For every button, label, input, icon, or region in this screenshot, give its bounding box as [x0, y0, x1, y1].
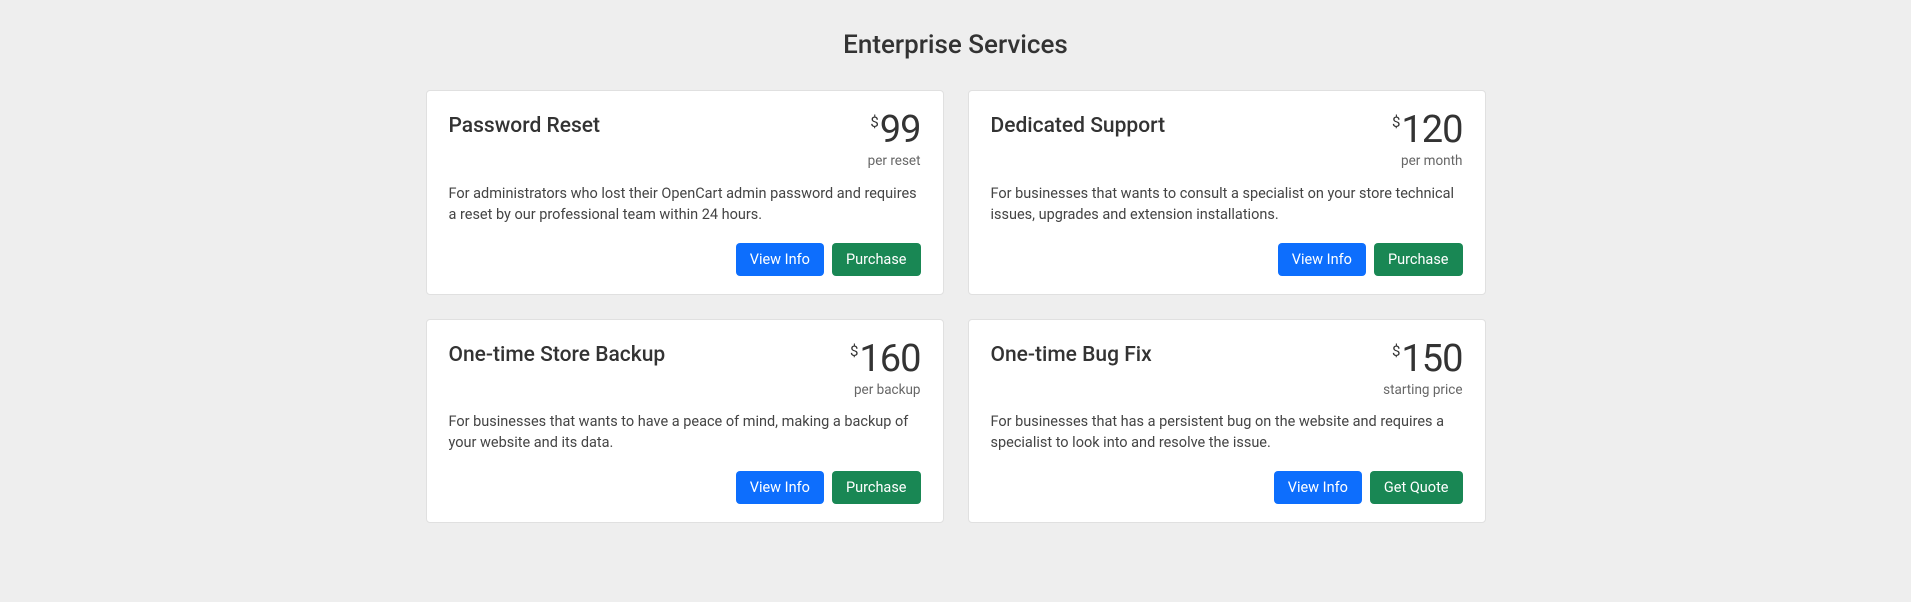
price-line: $ 120 — [1392, 111, 1463, 149]
card-title: One-time Store Backup — [449, 340, 666, 369]
card-actions: View Info Purchase — [449, 243, 921, 276]
card-header: One-time Store Backup $ 160 per backup — [449, 340, 921, 398]
service-card-password-reset: Password Reset $ 99 per reset For admini… — [426, 90, 944, 295]
card-description: For businesses that wants to have a peac… — [449, 411, 921, 453]
currency-symbol: $ — [870, 115, 878, 130]
card-header: One-time Bug Fix $ 150 starting price — [991, 340, 1463, 398]
price-unit: per reset — [868, 155, 921, 169]
price-line: $ 150 — [1383, 340, 1462, 378]
currency-symbol: $ — [850, 344, 858, 359]
currency-symbol: $ — [1392, 344, 1400, 359]
card-title: Dedicated Support — [991, 111, 1166, 140]
view-info-button[interactable]: View Info — [736, 243, 824, 276]
card-header: Dedicated Support $ 120 per month — [991, 111, 1463, 169]
purchase-button[interactable]: Purchase — [832, 471, 921, 504]
view-info-button[interactable]: View Info — [1274, 471, 1362, 504]
price-block: $ 160 per backup — [850, 340, 921, 398]
card-title: One-time Bug Fix — [991, 340, 1152, 369]
content-container: Enterprise Services Password Reset $ 99 … — [426, 30, 1486, 523]
price-block: $ 99 per reset — [868, 111, 921, 169]
purchase-button[interactable]: Purchase — [1374, 243, 1463, 276]
price-unit: starting price — [1383, 384, 1462, 398]
card-description: For administrators who lost their OpenCa… — [449, 183, 921, 225]
view-info-button[interactable]: View Info — [736, 471, 824, 504]
get-quote-button[interactable]: Get Quote — [1370, 471, 1463, 504]
card-description: For businesses that has a persistent bug… — [991, 411, 1463, 453]
card-actions: View Info Purchase — [449, 471, 921, 504]
services-grid: Password Reset $ 99 per reset For admini… — [426, 90, 1486, 523]
card-header: Password Reset $ 99 per reset — [449, 111, 921, 169]
view-info-button[interactable]: View Info — [1278, 243, 1366, 276]
card-actions: View Info Get Quote — [991, 471, 1463, 504]
price-amount: 150 — [1401, 340, 1462, 378]
price-line: $ 99 — [868, 111, 921, 149]
price-amount: 160 — [859, 340, 920, 378]
card-title: Password Reset — [449, 111, 601, 140]
price-unit: per backup — [850, 384, 921, 398]
price-block: $ 120 per month — [1392, 111, 1463, 169]
card-actions: View Info Purchase — [991, 243, 1463, 276]
price-line: $ 160 — [850, 340, 921, 378]
purchase-button[interactable]: Purchase — [832, 243, 921, 276]
price-amount: 99 — [880, 111, 921, 149]
price-block: $ 150 starting price — [1383, 340, 1462, 398]
service-card-store-backup: One-time Store Backup $ 160 per backup F… — [426, 319, 944, 524]
currency-symbol: $ — [1392, 115, 1400, 130]
service-card-bug-fix: One-time Bug Fix $ 150 starting price Fo… — [968, 319, 1486, 524]
page-title: Enterprise Services — [426, 30, 1486, 60]
service-card-dedicated-support: Dedicated Support $ 120 per month For bu… — [968, 90, 1486, 295]
price-unit: per month — [1392, 155, 1463, 169]
card-description: For businesses that wants to consult a s… — [991, 183, 1463, 225]
price-amount: 120 — [1401, 111, 1462, 149]
